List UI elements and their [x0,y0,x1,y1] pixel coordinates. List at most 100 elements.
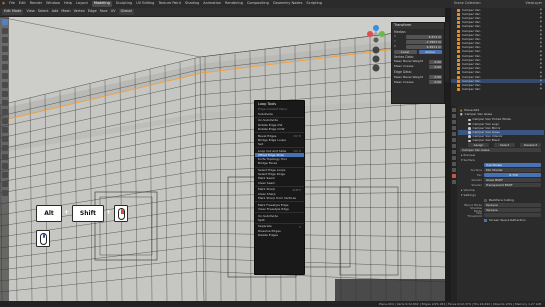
rotate-tool-icon[interactable] [1,46,8,52]
tool-tab-icon[interactable] [452,108,456,112]
menu-render[interactable]: Render [30,2,42,6]
visibility-eye-icon[interactable]: ◉ [540,67,542,70]
visibility-eye-icon[interactable]: ◉ [540,50,542,54]
tab-texture-paint[interactable]: Texture Paint [158,2,181,6]
texture-tab-icon[interactable] [452,180,456,184]
inset-tool-icon[interactable] [1,100,8,106]
edge-slide-tool-icon[interactable] [1,163,8,169]
scene-tab-icon[interactable] [452,126,456,130]
data-tab-icon[interactable] [452,168,456,172]
tab-modeling[interactable]: Modeling [91,1,112,7]
object-tab-icon[interactable] [452,138,456,142]
visibility-eye-icon[interactable]: ◉ [540,25,542,29]
world-tab-icon[interactable] [452,132,456,136]
extrude-tool-icon[interactable] [1,91,8,97]
tab-layout[interactable]: Layout [76,2,88,6]
scale-tool-icon[interactable] [1,55,8,61]
tab-scripting[interactable]: Scripting [306,2,322,6]
annotate-tool-icon[interactable] [1,73,8,79]
output-tab-icon[interactable] [452,120,456,124]
spin-tool-icon[interactable] [1,145,8,151]
visibility-eye-icon[interactable]: ◉ [540,29,542,33]
menu-file[interactable]: File [9,2,15,6]
context-menu-item[interactable]: Delete Edges [255,233,304,237]
menu-add[interactable]: Add [52,10,59,14]
sidebar-tabs[interactable] [445,22,449,82]
use-nodes-toggle[interactable]: Use Nodes [484,163,541,168]
select-button[interactable]: Select [494,143,515,148]
context-menu-item[interactable]: Bridge Faces [255,162,304,166]
rip-tool-icon[interactable] [1,190,8,196]
menu-view[interactable]: View [26,10,34,14]
fac-slider[interactable]: 0.710 [484,173,541,178]
menu-vertex[interactable]: Vertex [74,10,85,14]
menu-face[interactable]: Face [100,10,108,14]
context-menu-item[interactable]: Clear Seam [255,181,304,185]
material-name-field[interactable]: Camper Van Glass [460,148,541,153]
bevel-tool-icon[interactable] [1,109,8,115]
shadow-mode-dropdown[interactable]: Opaque [484,208,541,213]
clip-threshold-field[interactable] [484,213,541,218]
visibility-eye-icon[interactable]: ◉ [540,8,542,12]
refraction-checkbox[interactable] [484,218,487,222]
context-menu-item[interactable]: Rotate Edge CCW [255,127,304,131]
menu-edit[interactable]: Edit [19,2,26,6]
blender-logo-icon[interactable]: ◉ [2,2,5,6]
backface-checkbox[interactable] [484,198,487,202]
shader2-field[interactable]: Transparent BSDF [484,183,541,188]
menu-edge[interactable]: Edge [88,10,97,14]
surface-shader-field[interactable]: Mix Shader [484,168,541,173]
edge-context-menu: Loop Tools Edge Context Menu Subdivide Un… [254,100,305,275]
constraints-tab-icon[interactable] [452,162,456,166]
context-menu-item[interactable]: Set [255,142,304,146]
context-menu-item[interactable]: Mark Sharp from Vertices [255,196,304,200]
context-menu-item[interactable]: Split [255,218,304,222]
blend-mode-dropdown[interactable]: Opaque [484,203,541,208]
navigation-gizmo[interactable] [364,22,388,74]
menu-uv[interactable]: UV [111,10,116,14]
shader1-field[interactable]: Glass BSDF [484,178,541,183]
menu-mesh[interactable]: Mesh [61,10,70,14]
mode-selector[interactable]: Edit Mode [2,9,24,15]
tab-animation[interactable]: Animation [203,2,221,6]
visibility-eye-icon[interactable]: ◉ [540,21,542,24]
menu-help[interactable]: Help [64,2,72,6]
context-menu-item[interactable]: Clear Freestyle Edge [255,207,304,211]
mesh-object-icon [457,83,460,87]
poly-build-tool-icon[interactable] [1,136,8,142]
tab-geometry-nodes[interactable]: Geometry Nodes [273,2,303,6]
visibility-eye-icon[interactable]: ◉ [540,75,542,79]
physics-tab-icon[interactable] [452,156,456,160]
context-menu-item[interactable]: Subdivide [255,112,304,116]
tab-uv-editing[interactable]: UV Editing [136,2,154,6]
cursor-tool-icon[interactable] [1,28,8,34]
knife-tool-icon[interactable] [1,127,8,133]
menu-select[interactable]: Select [38,10,49,14]
measure-tool-icon[interactable] [1,82,8,88]
visibility-eye-icon[interactable]: ◉ [540,88,542,91]
loop-cut-tool-icon[interactable] [1,118,8,124]
view-layer-label[interactable]: ViewLayer [526,1,542,6]
menu-window[interactable]: Window [46,2,60,6]
tab-sculpting[interactable]: Sculpting [116,2,132,6]
visibility-eye-icon[interactable]: ◉ [540,71,542,75]
assign-button[interactable]: Assign [468,143,489,148]
move-tool-icon[interactable] [1,37,8,43]
visibility-eye-icon[interactable]: ◉ [540,46,542,49]
smooth-tool-icon[interactable] [1,154,8,160]
tab-rendering[interactable]: Rendering [225,2,243,6]
outliner-item[interactable]: Camper Van ◉ [451,88,545,92]
shear-tool-icon[interactable] [1,181,8,187]
particles-tab-icon[interactable] [452,150,456,154]
shrink-tool-icon[interactable] [1,172,8,178]
transform-tool-icon[interactable] [1,64,8,70]
select-box-tool-icon[interactable] [1,19,8,25]
edge-crease-row[interactable]: Mean Crease 0.00 [392,80,444,85]
tab-shading[interactable]: Shading [185,2,199,6]
deselect-button[interactable]: Deselect [520,143,541,148]
render-tab-icon[interactable] [452,114,456,118]
material-tab-icon[interactable] [452,174,456,178]
orientation-dropdown[interactable]: Global [118,9,134,15]
tab-compositing[interactable]: Compositing [247,2,269,6]
modifier-tab-icon[interactable] [452,144,456,148]
